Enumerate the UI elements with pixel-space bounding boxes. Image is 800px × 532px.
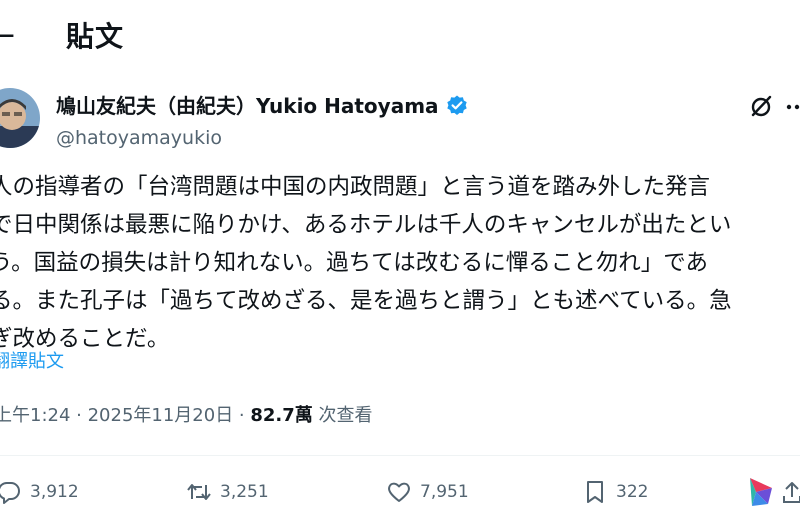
views-count: 82.7萬: [250, 405, 313, 426]
avatar[interactable]: [0, 88, 40, 148]
translate-post-link[interactable]: 翻譯貼文: [0, 350, 64, 374]
bookmark-icon: [587, 481, 603, 503]
heart-icon: [388, 482, 410, 502]
reply-count: 3,912: [30, 482, 79, 502]
like-count: 7,951: [420, 482, 469, 502]
like-button[interactable]: 7,951: [386, 474, 469, 510]
author-name-row[interactable]: 鳩山友紀夫（由紀夫）Yukio Hatoyama: [56, 92, 469, 120]
reply-button[interactable]: 3,912: [0, 474, 79, 510]
page-title: 貼文: [66, 20, 125, 53]
watermark-logo-icon: [750, 478, 772, 506]
tweet-line: で日中関係は最悪に陥りかけ、あるホテルは千人のキャンセルが出たとい: [0, 212, 732, 238]
avatar-image: [0, 88, 40, 148]
reply-icon: [0, 481, 20, 504]
verified-badge-icon: [446, 95, 467, 115]
tweet-line: 人の指導者の「台湾問題は中国の内政問題」と言う道を踏み外した発言: [0, 174, 711, 200]
divider: [0, 455, 800, 456]
more-options-icon[interactable]: [784, 94, 800, 120]
grok-icon[interactable]: [748, 94, 774, 120]
tweet-line: る。また孔子は「過ちて改めざる、是を過ちと謂う」とも述べている。急: [0, 288, 732, 314]
retweet-icon: [187, 484, 211, 500]
tweet-line: う。国益の損失は計り知れない。過ちては改むるに憚ること勿れ」であ: [0, 250, 708, 276]
back-arrow-icon[interactable]: ←: [0, 16, 15, 56]
retweet-button[interactable]: 3,251: [186, 474, 269, 510]
tweet-text: 人の指導者の「台湾問題は中国の内政問題」と言う道を踏み外した発言 で日中関係は最…: [0, 168, 800, 358]
author-name[interactable]: 鳩山友紀夫（由紀夫）Yukio Hatoyama: [56, 92, 439, 120]
post-meta: 上午1:24 · 2025年11月20日 · 82.7萬 次查看: [0, 403, 373, 429]
tweet-line: ぎ改めることだ。: [0, 326, 170, 352]
bookmark-button[interactable]: 322: [582, 474, 648, 510]
retweet-count: 3,251: [220, 482, 269, 502]
post-timestamp[interactable]: 上午1:24 · 2025年11月20日 ·: [0, 405, 250, 426]
bookmark-count: 322: [616, 482, 649, 502]
share-icon[interactable]: [780, 480, 800, 506]
author-handle[interactable]: @hatoyamayukio: [56, 125, 222, 151]
views-label: 次查看: [312, 405, 373, 426]
